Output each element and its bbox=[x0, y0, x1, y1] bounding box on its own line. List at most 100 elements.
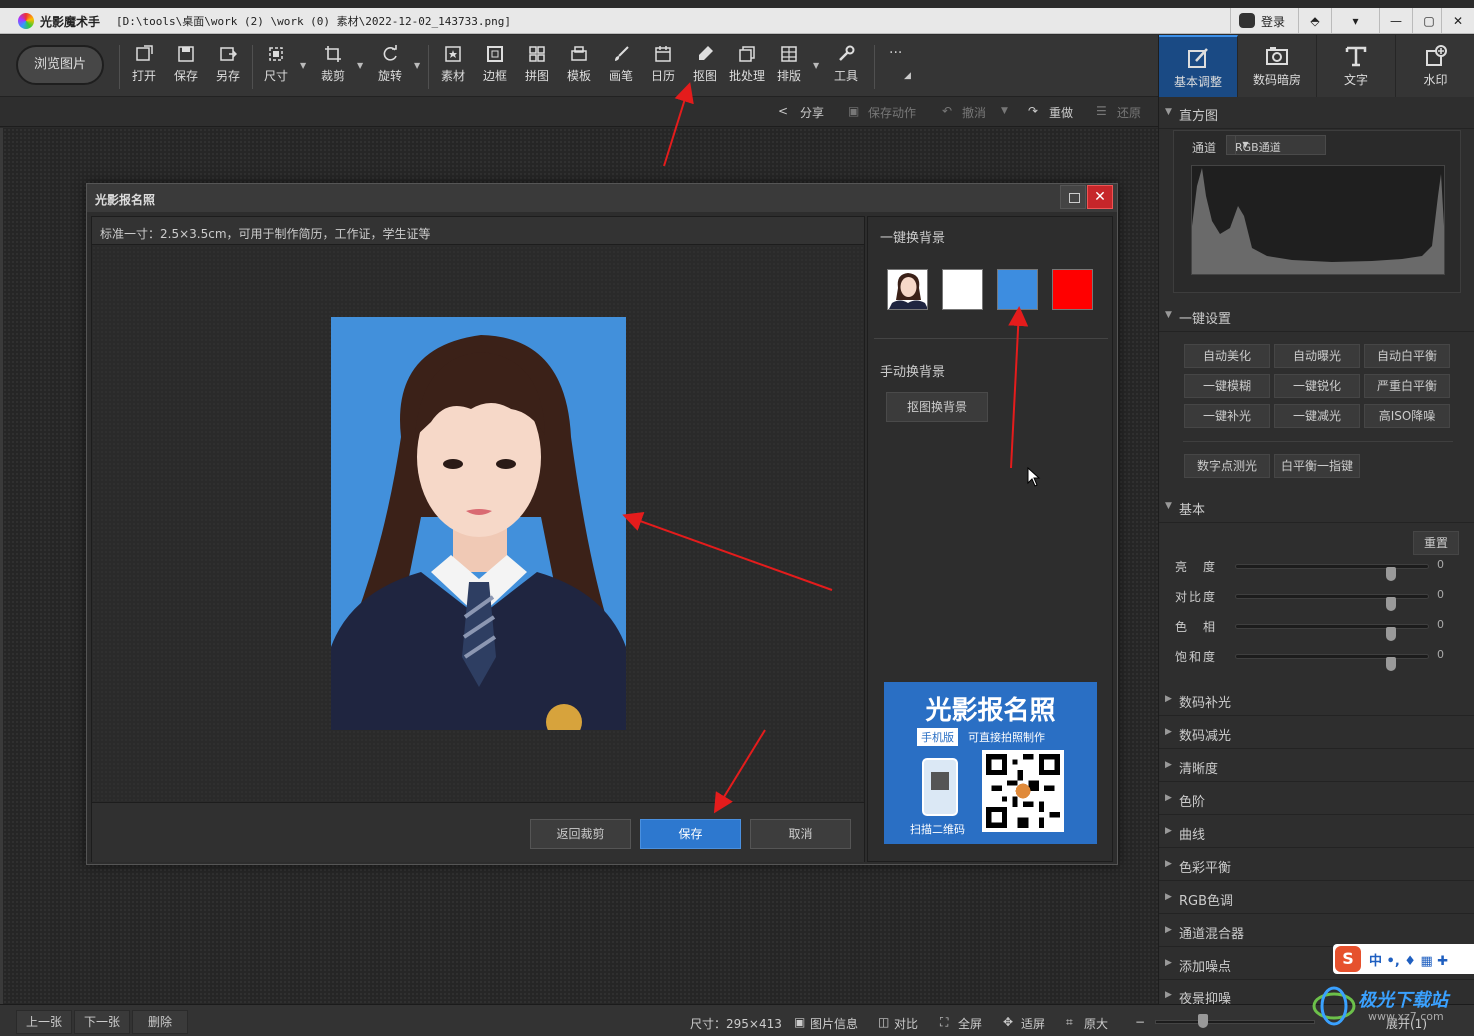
cutout-bg-button[interactable]: 抠图换背景 bbox=[886, 392, 988, 422]
reset-button[interactable]: 重置 bbox=[1413, 531, 1459, 555]
tool-brush[interactable]: 画笔 bbox=[601, 45, 641, 89]
more-tools-button[interactable]: ··· bbox=[889, 45, 902, 61]
cancel-button[interactable]: 取消 bbox=[750, 819, 851, 849]
slider-thumb[interactable] bbox=[1386, 597, 1396, 611]
tool-rotate[interactable]: 旋转 bbox=[370, 45, 410, 89]
section-basic[interactable]: ▼ 基本 bbox=[1159, 491, 1474, 523]
redo-button[interactable]: 重做 bbox=[1049, 104, 1073, 121]
tool-save-as[interactable]: 另存 bbox=[208, 45, 248, 89]
status-bar: 上一张 下一张 删除 尺寸：295×413 ▣ 图片信息 ◫ 对比 ⛶ 全屏 ✥… bbox=[0, 1004, 1474, 1036]
tool-material[interactable]: 素材 bbox=[433, 45, 473, 89]
tool-collage[interactable]: 拼图 bbox=[517, 45, 557, 89]
mobile-app-ad[interactable]: 光影报名照 手机版 可直接拍照制作 扫描二维码 bbox=[884, 682, 1097, 844]
swatch-original[interactable] bbox=[887, 269, 928, 310]
tool-border[interactable]: 边框 bbox=[475, 45, 515, 89]
share-icon[interactable]: < bbox=[778, 104, 788, 118]
save-action-button[interactable]: 保存动作 bbox=[868, 104, 916, 121]
section-reduce-light[interactable]: ▶ 数码减光 bbox=[1159, 717, 1474, 749]
save-button[interactable]: 保存 bbox=[640, 819, 741, 849]
tool-template[interactable]: 模板 bbox=[559, 45, 599, 89]
spot-metering-button[interactable]: 数字点测光 bbox=[1184, 454, 1270, 478]
section-fill-light[interactable]: ▶ 数码补光 bbox=[1159, 684, 1474, 716]
one-click-reduce-light-button[interactable]: 一键减光 bbox=[1274, 404, 1360, 428]
qr-code-icon bbox=[982, 750, 1064, 832]
section-levels[interactable]: ▶ 色阶 bbox=[1159, 783, 1474, 815]
fullscreen-button[interactable]: 全屏 bbox=[958, 1015, 982, 1032]
zoom-out-icon[interactable]: − bbox=[1135, 1015, 1145, 1029]
tool-batch[interactable]: 批处理 bbox=[727, 45, 767, 89]
slider-thumb[interactable] bbox=[1386, 657, 1396, 671]
compare-button[interactable]: 对比 bbox=[894, 1015, 918, 1032]
hue-slider[interactable]: 色 相 0 bbox=[1175, 616, 1465, 641]
crop-dropdown-icon[interactable]: ▼ bbox=[357, 61, 365, 70]
tool-calendar[interactable]: 日历 bbox=[643, 45, 683, 89]
tool-cutout[interactable]: 抠图 bbox=[685, 45, 725, 89]
dialog-maximize-button[interactable] bbox=[1060, 185, 1086, 209]
section-clarity[interactable]: ▶ 清晰度 bbox=[1159, 750, 1474, 782]
strong-white-balance-button[interactable]: 严重白平衡 bbox=[1364, 374, 1450, 398]
one-click-sharpen-button[interactable]: 一键锐化 bbox=[1274, 374, 1360, 398]
prev-image-button[interactable]: 上一张 bbox=[16, 1010, 72, 1034]
avatar-icon bbox=[1239, 13, 1255, 28]
image-info-button[interactable]: 图片信息 bbox=[810, 1015, 858, 1032]
slider-thumb[interactable] bbox=[1386, 567, 1396, 581]
back-to-crop-button[interactable]: 返回裁剪 bbox=[530, 819, 631, 849]
auto-exposure-button[interactable]: 自动曝光 bbox=[1274, 344, 1360, 368]
contrast-slider[interactable]: 对比度 0 bbox=[1175, 586, 1465, 611]
brightness-slider[interactable]: 亮 度 0 bbox=[1175, 556, 1465, 581]
section-channel-mixer[interactable]: ▶ 通道混合器 bbox=[1159, 915, 1474, 947]
swatch-blue[interactable] bbox=[997, 269, 1038, 310]
minimize-button[interactable]: — bbox=[1379, 8, 1412, 34]
rotate-dropdown-icon[interactable]: ▼ bbox=[414, 61, 422, 70]
tool-resize[interactable]: 尺寸 bbox=[256, 45, 296, 89]
section-quick-settings[interactable]: ▼ 一键设置 bbox=[1159, 300, 1474, 332]
auto-enhance-button[interactable]: 自动美化 bbox=[1184, 344, 1270, 368]
login-button[interactable]: 登录 bbox=[1230, 8, 1298, 34]
section-color-balance[interactable]: ▶ 色彩平衡 bbox=[1159, 849, 1474, 881]
skin-button[interactable]: ⬘ bbox=[1298, 8, 1331, 34]
tool-layout[interactable]: 排版 bbox=[769, 45, 809, 89]
swatch-white[interactable] bbox=[942, 269, 983, 310]
ad-tag: 手机版 bbox=[917, 728, 958, 746]
tab-watermark[interactable]: 水印 bbox=[1396, 35, 1474, 97]
zoom-slider[interactable] bbox=[1155, 1020, 1315, 1024]
delete-image-button[interactable]: 删除 bbox=[132, 1010, 188, 1034]
original-size-button[interactable]: 原大 bbox=[1084, 1015, 1108, 1032]
saturation-slider[interactable]: 饱和度 0 bbox=[1175, 646, 1465, 671]
share-button[interactable]: 分享 bbox=[800, 104, 824, 121]
fit-screen-button[interactable]: 适屏 bbox=[1021, 1015, 1045, 1032]
swatch-red[interactable] bbox=[1052, 269, 1093, 310]
collapse-icon: ▼ bbox=[1165, 501, 1172, 511]
menu-dropdown-button[interactable]: ▾ bbox=[1331, 8, 1379, 34]
dialog-close-button[interactable]: ✕ bbox=[1087, 185, 1113, 209]
undo-button[interactable]: 撤消 bbox=[962, 104, 986, 121]
restore-button[interactable]: 还原 bbox=[1117, 104, 1141, 121]
browse-images-button[interactable]: 浏览图片 bbox=[16, 45, 104, 85]
one-click-fill-light-button[interactable]: 一键补光 bbox=[1184, 404, 1270, 428]
tab-text[interactable]: 文字 bbox=[1317, 35, 1396, 97]
slider-thumb[interactable] bbox=[1386, 627, 1396, 641]
resize-dropdown-icon[interactable]: ▼ bbox=[300, 61, 308, 70]
white-balance-picker-button[interactable]: 白平衡一指键 bbox=[1274, 454, 1360, 478]
expand-corner-icon[interactable]: ◢ bbox=[904, 71, 911, 81]
high-iso-denoise-button[interactable]: 高ISO降噪 bbox=[1364, 404, 1450, 428]
channel-select[interactable]: RGB通道 ▼ bbox=[1226, 135, 1326, 155]
auto-white-balance-button[interactable]: 自动白平衡 bbox=[1364, 344, 1450, 368]
layout-dropdown-icon[interactable]: ▼ bbox=[813, 61, 821, 70]
next-image-button[interactable]: 下一张 bbox=[74, 1010, 130, 1034]
section-curves[interactable]: ▶ 曲线 bbox=[1159, 816, 1474, 848]
dialog-title-bar[interactable]: 光影报名照 ✕ bbox=[87, 184, 1117, 212]
one-click-blur-button[interactable]: 一键模糊 bbox=[1184, 374, 1270, 398]
section-rgb-tone[interactable]: ▶ RGB色调 bbox=[1159, 882, 1474, 914]
tab-basic-adjust[interactable]: 基本调整 bbox=[1159, 35, 1238, 97]
ime-toolbar[interactable]: S 中 •, ♦ ▦ ✚ bbox=[1333, 944, 1474, 974]
tool-tools[interactable]: 工具 bbox=[826, 45, 866, 89]
tool-open[interactable]: 打开 bbox=[124, 45, 164, 89]
zoom-slider-thumb[interactable] bbox=[1198, 1014, 1208, 1028]
tab-darkroom[interactable]: 数码暗房 bbox=[1238, 35, 1317, 97]
tool-save[interactable]: 保存 bbox=[166, 45, 206, 89]
close-button[interactable]: ✕ bbox=[1441, 8, 1474, 34]
section-histogram[interactable]: ▼ 直方图 bbox=[1159, 97, 1474, 129]
undo-dropdown-icon[interactable]: ▼ bbox=[1001, 106, 1008, 116]
tool-crop[interactable]: 裁剪 bbox=[313, 45, 353, 89]
